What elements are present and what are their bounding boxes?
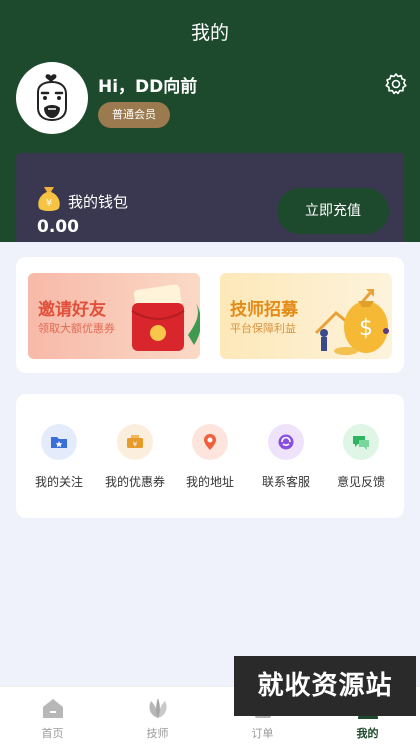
service-feedback[interactable]: 意见反馈 [323, 424, 399, 490]
wallet-title: 我的钱包 [68, 193, 129, 211]
tab-label: 订单 [251, 727, 274, 740]
recharge-button[interactable]: 立即充值 [277, 188, 389, 234]
wallet-card: ¥ 我的钱包 0.00 立即充值 [16, 153, 404, 242]
location-pin-icon [192, 424, 228, 460]
service-customer-support[interactable]: 联系客服 [248, 424, 324, 490]
avatar-face-icon [37, 74, 67, 122]
recruit-subtitle: 平台保障利益 [230, 322, 296, 335]
leaf-icon [145, 695, 171, 721]
feedback-chat-icon [343, 424, 379, 460]
recruit-title: 技师招募 [230, 300, 298, 320]
invite-title: 邀请好友 [38, 300, 106, 320]
service-label: 我的优惠券 [104, 475, 165, 489]
customer-service-icon [268, 424, 304, 460]
svg-text:¥: ¥ [46, 198, 52, 209]
invite-subtitle: 领取大额优惠券 [38, 322, 115, 335]
member-level-badge: 普通会员 [98, 102, 170, 128]
service-label: 联系客服 [261, 475, 310, 489]
technician-recruit-banner[interactable]: $ 技师招募 平台保障利益 [220, 273, 392, 359]
service-my-address[interactable]: 我的地址 [172, 424, 248, 490]
page-title: 我的 [190, 22, 229, 44]
services-card: 我的关注 ¥ 我的优惠券 我的地址 联系客服 意见反馈 [16, 394, 404, 518]
tab-technician[interactable]: 技师 [105, 695, 210, 741]
settings-gear-icon[interactable] [384, 72, 408, 96]
home-icon [40, 695, 66, 721]
coupon-icon: ¥ [117, 424, 153, 460]
tab-label: 首页 [41, 727, 64, 740]
money-bag-icon: ¥ [36, 185, 62, 213]
svg-text:$: $ [359, 316, 373, 341]
tab-label: 我的 [356, 727, 379, 740]
user-greeting: Hi，DD向前 [98, 77, 198, 97]
svg-text:¥: ¥ [133, 441, 138, 449]
service-label: 我的地址 [185, 475, 234, 489]
promotion-card: 邀请好友 领取大额优惠券 $ 技师招募 平台保障利益 [16, 257, 404, 373]
invite-friends-banner[interactable]: 邀请好友 领取大额优惠券 [28, 273, 200, 359]
service-label: 意见反馈 [336, 475, 385, 489]
service-my-follows[interactable]: 我的关注 [21, 424, 97, 490]
avatar[interactable] [16, 62, 88, 134]
tab-label: 技师 [146, 727, 169, 740]
tab-home[interactable]: 首页 [0, 695, 105, 741]
watermark-overlay: 就收资源站 [234, 656, 416, 716]
wallet-balance: 0.00 [37, 217, 79, 237]
folder-star-icon [41, 424, 77, 460]
service-label: 我的关注 [34, 475, 83, 489]
service-my-coupons[interactable]: ¥ 我的优惠券 [97, 424, 173, 490]
